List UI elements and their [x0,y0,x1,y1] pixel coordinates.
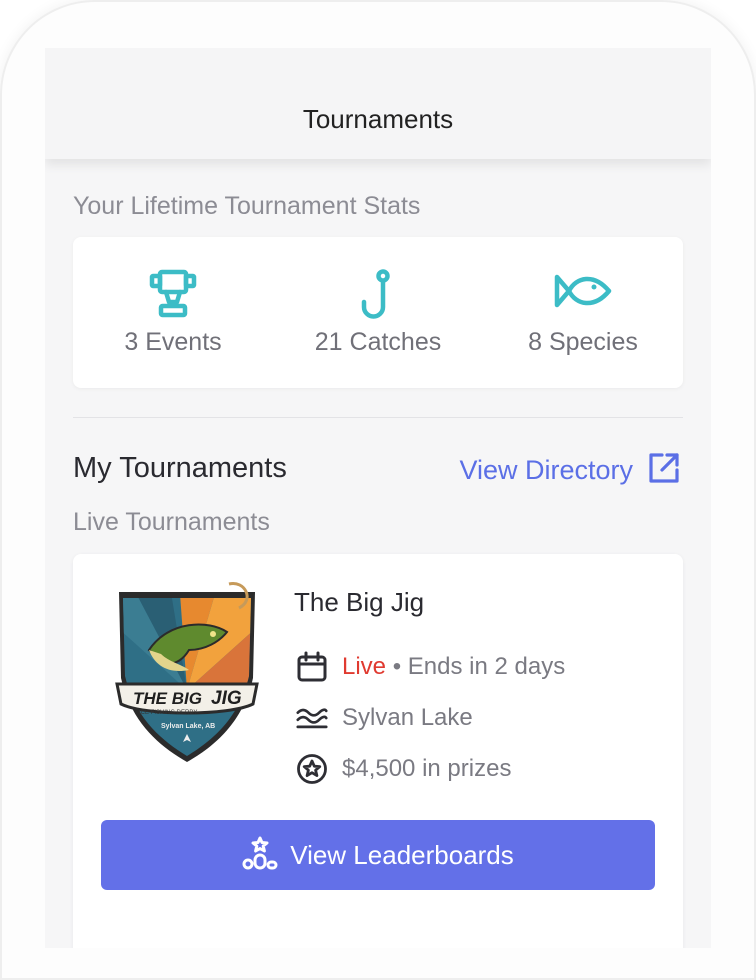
stat-catches-label: 21 Catches [314,328,442,356]
logo-subtitle: ICE FISHING DERBY [139,710,197,716]
view-directory-link[interactable]: View Directory [459,452,681,488]
stats-card: 3 Events 21 Catches 8 Species [73,237,683,388]
location-row: Sylvan Lake [296,700,473,736]
water-waves-icon [296,702,328,734]
location-text: Sylvan Lake [342,704,473,731]
logo-line1: THE BIG [133,689,202,708]
section-divider [73,417,683,418]
fishing-hook-icon [361,269,395,326]
status-separator: • [392,653,402,680]
view-leaderboards-button[interactable]: View Leaderboards [101,820,655,890]
phone-frame: Tournaments Your Lifetime Tournament Sta… [0,0,756,980]
stat-events: 3 Events [73,237,273,388]
stats-section-label: Your Lifetime Tournament Stats [73,192,421,220]
ends-in-text: Ends in 2 days [407,653,566,680]
status-row: Live • Ends in 2 days [296,649,565,685]
fish-icon [554,269,612,318]
external-link-icon [647,451,681,490]
prize-row: $4,500 in prizes [296,751,511,787]
big-jig-logo: THE BIG JIG ICE FISHING DERBY Sylvan Lak… [109,580,265,767]
view-directory-label: View Directory [459,454,633,485]
tournament-name: The Big Jig [294,587,425,617]
page-title: Tournaments [302,104,454,134]
header-bar: Tournaments [45,48,711,159]
view-leaderboards-label: View Leaderboards [290,839,514,870]
star-badge-icon [296,753,328,785]
calendar-icon [296,651,328,683]
app-screen: Tournaments Your Lifetime Tournament Sta… [45,48,711,948]
logo-place: Sylvan Lake, AB [161,723,215,730]
live-tournaments-label: Live Tournaments [73,508,270,536]
stat-species-label: 8 Species [528,328,638,356]
my-tournaments-title: My Tournaments [73,452,287,484]
trophy-icon [149,269,197,324]
stat-catches: 21 Catches [278,237,478,388]
stat-events-label: 3 Events [124,328,222,356]
podium-icon [242,836,278,875]
prizes-text: $4,500 in prizes [342,755,512,782]
logo-line2: JIG [211,688,242,709]
stat-species: 8 Species [483,237,683,388]
live-status: Live [342,653,387,680]
tournament-card[interactable]: THE BIG JIG ICE FISHING DERBY Sylvan Lak… [73,554,683,948]
